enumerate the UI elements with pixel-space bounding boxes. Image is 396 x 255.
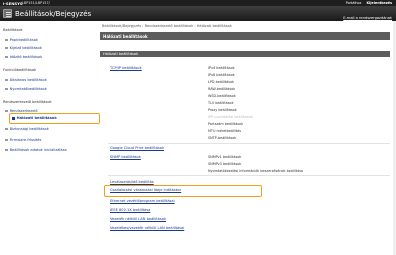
bullet-icon (5, 55, 8, 59)
bullet-icon (5, 109, 8, 113)
sidebar-section-system: Rendszerkezelő beállítások (3, 100, 52, 104)
sidebar-item-timer-settings[interactable]: Időzítő beállítások (5, 55, 95, 59)
mail-admin-link[interactable]: E-mail a rendszergazdának (343, 16, 392, 20)
section-title: Hálózati beállítások (100, 51, 390, 57)
bullet-icon (5, 138, 8, 142)
tcpip-item: MTU méretbeállítás (208, 129, 241, 133)
settings-list-icon (3, 9, 12, 18)
wireless-lan-link[interactable]: Vezeték nélküli LAN beállítások (110, 217, 166, 221)
page-header: Beállítások/Bejegyzés E-mail a rendszerg… (0, 6, 396, 21)
snmp-item: SNMPv3 beállítások (208, 162, 242, 166)
tcpip-settings-link[interactable]: TCP/IP beállítások (110, 66, 142, 70)
tcpip-item: SNTP-beállítások (208, 136, 237, 140)
sidebar-section-function: Funkcióbeállítások (3, 68, 37, 72)
bullet-icon (5, 46, 8, 50)
main-title: Hálózati beállítások (100, 32, 390, 40)
tcpip-item: Portszám beállítások (208, 122, 244, 126)
tcpip-item: RAW-beállítások (208, 87, 236, 91)
tcpip-item: WSD-beállítások (208, 94, 236, 98)
bullet-icon (5, 127, 8, 131)
sidebar-item-general-settings[interactable]: Általános beállítások (5, 78, 95, 82)
snmp-settings-link[interactable]: SNMP beállítások (110, 155, 141, 159)
sidebar-item-printer-settings[interactable]: Nyomtatóbeállítások (5, 87, 95, 91)
main-content: Beállítások/Bejegyzés : Rendszerkezelő b… (100, 24, 394, 255)
sidebar-item-security-settings[interactable]: Biztonsági beállítások (5, 127, 95, 131)
snmp-item: SNMPv1 beállítások (208, 155, 242, 159)
bullet-icon (5, 38, 8, 42)
portal-link[interactable]: Portálhoz (346, 1, 362, 5)
google-cloud-print-link[interactable]: Google Cloud Print beállítások (110, 146, 164, 150)
tcpip-item: IPv4 beállítások (208, 66, 235, 70)
sidebar-item-firmware-update[interactable]: Firmware-frissítés (5, 138, 95, 142)
bullet-icon (12, 117, 15, 120)
sidebar-item-network-settings[interactable]: Hálózati beállítások (9, 113, 100, 124)
bullet-icon (5, 87, 8, 91)
tcpip-item: TLS beállítások (208, 101, 234, 105)
tcpip-item: LPD beállítások (208, 80, 234, 84)
wait-time-link[interactable]: Csatlakozási várakozási ideje indításkor (110, 188, 181, 192)
breadcrumb: Beállítások/Bejegyzés : Rendszerkezelő b… (102, 24, 232, 28)
page-title: Beállítások/Bejegyzés (15, 9, 92, 18)
sidebar-item-init-data[interactable]: Beállítások adatok inicializálása (5, 148, 95, 152)
ieee-8021x-link[interactable]: IEEE 802.1X beállítása (110, 208, 150, 212)
sidebar: Beállítások Papírbeállítások Kijelző beá… (3, 24, 100, 250)
sidebar-item-display-settings[interactable]: Kijelző beállítások (5, 46, 95, 50)
logout-link[interactable]: Kijelentkezés (366, 1, 392, 5)
wired-wireless-lan-link[interactable]: Vezetékes/vezeték nélküli LAN beállítása… (110, 226, 184, 230)
sidebar-item-paper-settings[interactable]: Papírbeállítások (5, 38, 95, 42)
bullet-icon (5, 78, 8, 82)
disconnect-time-link[interactable]: Leválasztásiidő beállítás (110, 180, 154, 184)
snmp-item: Nyomtatókezelési információk beszerzésén… (208, 169, 303, 173)
divider (108, 175, 390, 176)
divider (108, 143, 390, 144)
tcpip-item: IPv6 beállítások (208, 73, 235, 77)
ethernet-driver-link[interactable]: Ethernet vezérlőprogram beállításai (110, 199, 175, 203)
top-links: Portálhoz Kijelentkezés (342, 1, 392, 5)
model-name: LBP151/LBP157/ (22, 1, 50, 6)
tcpip-item: IPP-nyomtatási beállítások (208, 115, 253, 119)
sidebar-section-settings: Beállítások (3, 28, 23, 32)
bullet-icon (5, 148, 8, 152)
tcpip-item: Proxy beállítások (208, 108, 237, 112)
